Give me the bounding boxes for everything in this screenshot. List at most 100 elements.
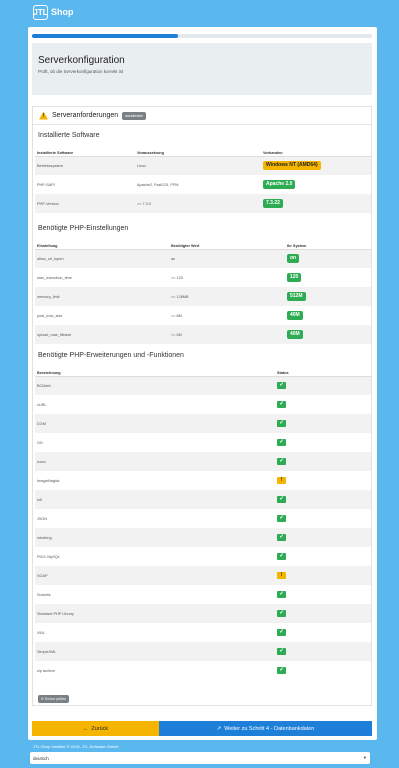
extension-row: zip archive ✓: [35, 661, 371, 680]
warning-icon: !: [39, 111, 48, 120]
setting-value-cell: 512M: [285, 287, 371, 306]
back-label: Zurück: [91, 725, 109, 732]
extension-status-cell: ✓: [275, 623, 371, 642]
software-row: PHP-SAPI Apache2, FastCGI, FPM Apache 2.0: [35, 175, 371, 194]
php-settings-title: Benötigte PHP-Einstellungen: [38, 225, 129, 232]
extension-status-cell: ✓: [275, 585, 371, 604]
extension-status-cell: ✓: [275, 376, 371, 395]
software-row: Betriebssystem Linux Windows NT (AMD64): [35, 156, 371, 175]
check-icon: ✓: [277, 648, 286, 655]
extension-status-cell: ✓: [275, 490, 371, 509]
status-badge: Windows NT (AMD64): [263, 161, 321, 171]
recheck-button[interactable]: ⟳ Erneut prüfen: [38, 695, 70, 703]
extension-name: Sockets: [37, 592, 51, 597]
setting-row: allow_url_fopen an on: [35, 249, 371, 268]
footer-copyright: JTL-Shop Installer © 2019, JTL-Software-…: [33, 744, 119, 749]
extension-name: BCMath: [37, 383, 51, 388]
setting-name: memory_limit: [37, 294, 60, 299]
requirements-panel: ! Serveranforderungen ausblenden Install…: [32, 106, 372, 706]
extension-name: ImageMagick: [37, 478, 60, 483]
status-badge: 7.3.22: [263, 199, 283, 208]
requirements-header: ! Serveranforderungen ausblenden: [33, 107, 371, 125]
col-header: Vorhanden: [261, 147, 371, 157]
setting-requirement: >= 6M: [171, 332, 182, 337]
col-header: Status: [275, 367, 371, 377]
extension-row: PDO::MySQL ✓: [35, 547, 371, 566]
extension-row: iconv ✓: [35, 452, 371, 471]
check-icon: ✓: [277, 534, 286, 541]
extension-row: XML ✓: [35, 623, 371, 642]
extension-name: GD: [37, 440, 43, 445]
software-table: Installierte Software Voraussetzung Vorh…: [35, 147, 371, 213]
col-header: Bezeichnung: [35, 367, 275, 377]
setting-row: max_execution_time >= 120 120: [35, 268, 371, 287]
setting-name: post_max_size: [37, 313, 63, 318]
setting-row: memory_limit >= 128MB 512M: [35, 287, 371, 306]
col-header: Installierte Software: [35, 147, 135, 157]
extension-name: PDO::MySQL: [37, 554, 60, 559]
col-header: Einstellung: [35, 240, 169, 250]
software-present-cell: Apache 2.0: [261, 175, 371, 194]
next-button[interactable]: ↗ Weiter zu Schritt 4 - Datenbankdaten: [159, 721, 372, 736]
extension-name: DOM: [37, 421, 46, 426]
software-requirement: Apache2, FastCGI, FPM: [137, 182, 179, 187]
back-button[interactable]: ← Zurück: [32, 721, 159, 736]
software-name: PHP-SAPI: [37, 182, 55, 187]
extension-name: XML: [37, 630, 45, 635]
extension-status-cell: ✓: [275, 528, 371, 547]
hide-button[interactable]: ausblenden: [122, 111, 147, 120]
extension-row: cURL ✓: [35, 395, 371, 414]
extension-name: cURL: [37, 402, 47, 407]
check-icon: ✓: [277, 629, 286, 636]
page-subtitle: Prüft, ob die Serverkonfiguration korrek…: [38, 69, 124, 74]
progress-bar: [32, 34, 372, 38]
extensions-table: Bezeichnung Status BCMath ✓ cURL ✓ DOM ✓ GD ✓ ic…: [35, 367, 371, 680]
extension-row: SimpleXML ✓: [35, 642, 371, 661]
extension-status-cell: ✓: [275, 452, 371, 471]
extension-row: mbstring ✓: [35, 528, 371, 547]
setting-value-cell: 120: [285, 268, 371, 287]
setting-row: post_max_size >= 8M 40M: [35, 306, 371, 325]
check-icon: ✓: [277, 382, 286, 390]
extension-row: Standard PHP Library ✓: [35, 604, 371, 623]
topbar: JTL Shop: [0, 0, 399, 24]
extension-row: DOM ✓: [35, 414, 371, 433]
status-badge: Apache 2.0: [263, 180, 296, 189]
extension-status-cell: ✓: [275, 661, 371, 680]
setting-requirement: an: [171, 256, 176, 261]
setting-value-cell: 40M: [285, 306, 371, 325]
extension-status-cell: ✓: [275, 642, 371, 661]
check-icon: ✓: [277, 439, 286, 446]
extension-row: ImageMagick!: [35, 471, 371, 490]
php-settings-table: Einstellung Benötigter Wert Ihr System a…: [35, 240, 371, 344]
extension-name: Standard PHP Library: [37, 611, 74, 616]
setting-requirement: >= 128MB: [171, 294, 189, 299]
software-title: Installierte Software: [38, 132, 100, 139]
status-badge: 40M: [287, 330, 303, 339]
extension-name: intl: [37, 497, 42, 502]
extension-name: iconv: [37, 459, 46, 464]
extension-status-cell: !: [275, 471, 371, 490]
jtl-logo[interactable]: JTL: [33, 4, 48, 20]
requirements-title: Serveranforderungen: [52, 112, 119, 119]
extension-row: Sockets ✓: [35, 585, 371, 604]
extension-name: SOAP: [37, 573, 48, 578]
installer-card: Serverkonfiguration Prüft, ob die Server…: [28, 27, 377, 740]
col-header: Benötigter Wert: [169, 240, 285, 250]
col-header: Ihr System: [285, 240, 371, 250]
page-title: Serverkonfiguration: [38, 55, 125, 66]
check-icon: ✓: [277, 591, 286, 598]
hero: Serverkonfiguration Prüft, ob die Server…: [32, 43, 372, 95]
software-requirement: Linux: [137, 163, 147, 168]
extension-name: SimpleXML: [37, 649, 57, 654]
language-select[interactable]: deutsch ▾: [30, 752, 370, 764]
extension-row: SOAP!: [35, 566, 371, 585]
language-value: deutsch: [33, 755, 49, 761]
setting-name: max_execution_time: [37, 275, 72, 280]
check-icon: ✓: [277, 458, 286, 465]
status-badge: 120: [287, 273, 302, 282]
extension-name: JSON: [37, 516, 48, 521]
setting-row: upload_max_filesize >= 6M 40M: [35, 325, 371, 344]
extension-row: JSON ✓: [35, 509, 371, 528]
setting-name: upload_max_filesize: [37, 332, 72, 337]
